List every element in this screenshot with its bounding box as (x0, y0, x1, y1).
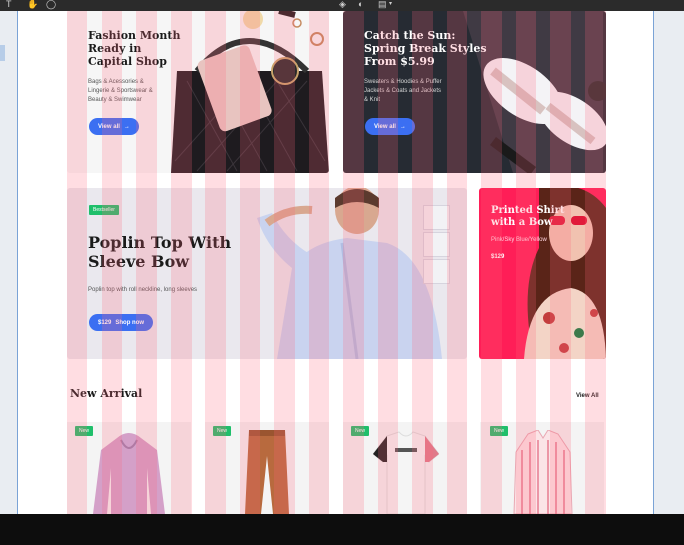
chevron-down-icon[interactable]: ▾ (389, 0, 392, 10)
fashion-month-card[interactable]: Fashion Month Ready in Capital Shop Bags… (67, 11, 329, 173)
layers-icon[interactable]: ▤ (378, 0, 387, 10)
bottom-bar (0, 514, 684, 545)
card-subtitle: Bags & Acessories & Lingerie & Sportswea… (88, 79, 153, 103)
card-subtitle: Pink/Sky Blue/Yellow (491, 237, 547, 243)
comment-icon[interactable]: ◯ (46, 0, 56, 10)
new-badge: New (213, 426, 232, 436)
printed-shirt-card[interactable]: Printed Shirt with a Bow Pink/Sky Blue/Y… (479, 188, 606, 359)
view-all-button[interactable]: View all → (365, 118, 415, 135)
thumbnail-3[interactable] (423, 259, 450, 284)
app-toolbar: T ✋ ◯ ◈ ◐ ▤ ▾ (0, 0, 684, 11)
trousers-icon (245, 430, 289, 514)
product-card-striped-shirt[interactable]: New (480, 422, 604, 514)
contrast-icon[interactable]: ◐ (358, 0, 363, 10)
type-tool-icon[interactable]: T (6, 0, 12, 10)
hand-tool-icon[interactable]: ✋ (27, 0, 38, 10)
new-badge: New (351, 426, 370, 436)
view-all-button[interactable]: View all → (89, 118, 139, 135)
artboard[interactable]: Fashion Month Ready in Capital Shop Bags… (17, 11, 654, 514)
product-card-hoodie[interactable]: New (67, 422, 191, 514)
shop-now-button[interactable]: $129 Shop now (89, 314, 154, 331)
thumbnail-2[interactable] (423, 232, 450, 257)
arrow-right-icon: → (123, 123, 130, 130)
striped-shirt-icon (513, 430, 573, 514)
card-subtitle: Poplin top with roll neckline, long slee… (88, 287, 198, 293)
poplin-top-card[interactable]: Bestseller Poplin Top With Sleeve Bow Po… (67, 188, 467, 359)
catch-the-sun-card[interactable]: Catch the Sun: Spring Break Styles From … (343, 11, 606, 173)
button-label: View all (98, 123, 120, 130)
view-all-link[interactable]: View All (576, 393, 599, 399)
new-badge: New (490, 426, 509, 436)
button-label: View all (374, 123, 396, 130)
hoodie-icon (93, 433, 165, 514)
card-title: Printed Shirt with a Bow (491, 205, 565, 228)
arrow-right-icon: → (399, 123, 406, 130)
tshirt-icon (373, 431, 439, 514)
product-card-trousers[interactable]: New (205, 422, 329, 514)
price-label: $129 (98, 319, 112, 326)
product-card-tshirt[interactable]: New (343, 422, 467, 514)
bestseller-badge: Bestseller (89, 205, 119, 215)
button-label: Shop now (115, 319, 145, 326)
card-title: Poplin Top With Sleeve Bow (88, 233, 232, 272)
card-title: Fashion Month Ready in Capital Shop (88, 29, 181, 69)
component-icon[interactable]: ◈ (339, 0, 346, 10)
card-subtitle: Sweaters & Hoodies & Puffer Jackets & Co… (364, 79, 442, 103)
card-title: Catch the Sun: Spring Break Styles From … (364, 29, 487, 69)
handbag-illustration (171, 11, 329, 173)
section-title: New Arrival (70, 387, 143, 400)
price-label: $129 (491, 254, 505, 260)
thumbnail-1[interactable] (423, 205, 450, 230)
ruler-marker (0, 45, 5, 61)
